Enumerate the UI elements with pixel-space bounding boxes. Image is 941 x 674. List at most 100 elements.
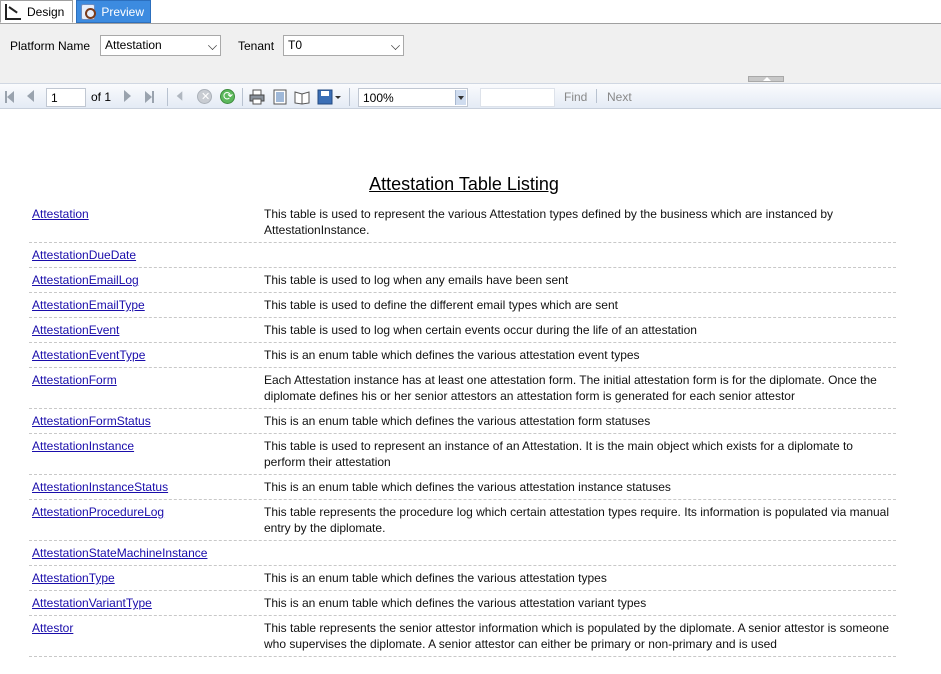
- table-name-link[interactable]: AttestationDueDate: [29, 247, 264, 263]
- table-row: AttestationInstance This table is used to…: [29, 434, 896, 475]
- table-row: AttestationEmailType This table is used t…: [29, 293, 896, 318]
- last-page-arrow-icon: [145, 91, 152, 103]
- back-icon: [176, 91, 183, 101]
- table-row: AttestationStateMachineInstance: [29, 541, 896, 566]
- table-description: This table is used to log when any email…: [264, 273, 569, 287]
- tenant-label: Tenant: [238, 39, 275, 53]
- table-name-link[interactable]: AttestationForm: [29, 372, 264, 404]
- table-name-link[interactable]: Attestation: [29, 206, 264, 238]
- tab-design-label: Design: [27, 4, 65, 19]
- find-button[interactable]: Find: [564, 90, 587, 104]
- first-page-arrow-icon: [7, 91, 14, 103]
- collapse-parameters-button[interactable]: [748, 76, 784, 82]
- print-icon: [249, 89, 265, 105]
- table-description: This table represents the procedure log …: [264, 505, 890, 535]
- first-page-button[interactable]: [5, 90, 19, 104]
- table-name-link[interactable]: AttestationEvent: [29, 322, 264, 338]
- tab-bar: Design Preview: [0, 0, 941, 24]
- tenant-value: T0: [288, 38, 303, 52]
- platform-name-label: Platform Name: [10, 39, 91, 53]
- table-description: This table represents the senior attesto…: [264, 621, 890, 651]
- table-description: This is an enum table which defines the …: [264, 348, 640, 362]
- back-button[interactable]: [176, 90, 190, 104]
- table-name-link[interactable]: AttestationStateMachineInstance: [29, 545, 264, 561]
- table-name-link[interactable]: AttestationVariantType: [29, 595, 264, 611]
- find-input[interactable]: [480, 88, 555, 107]
- table-description: This table is used to define the differe…: [264, 298, 618, 312]
- platform-name-select[interactable]: Attestation: [100, 35, 221, 56]
- table-row: AttestationVariantType This is an enum ta…: [29, 591, 896, 616]
- table-description: This table is used to log when certain e…: [264, 323, 697, 337]
- chevron-down-icon: [208, 41, 217, 50]
- table-row: AttestationEmailLog This table is used to…: [29, 268, 896, 293]
- table-name-link[interactable]: AttestationEmailLog: [29, 272, 264, 288]
- parameters-footer: [0, 76, 941, 83]
- last-page-icon: [152, 91, 154, 103]
- export-button[interactable]: [317, 89, 341, 105]
- last-page-button[interactable]: [145, 90, 159, 104]
- table-name-link[interactable]: AttestationInstance: [29, 438, 264, 470]
- table-name-link[interactable]: AttestationInstanceStatus: [29, 479, 264, 495]
- report-toolbar: 1 of 1 ✕ ⟳ 100% Find Next: [0, 83, 941, 109]
- table-row: AttestationFormStatus This is an enum tab…: [29, 409, 896, 434]
- table-row: AttestationDueDate: [29, 243, 896, 268]
- tenant-select[interactable]: T0: [283, 35, 404, 56]
- table-name-link[interactable]: Attestor: [29, 620, 264, 652]
- page-setup-button[interactable]: [294, 89, 310, 105]
- table-row: AttestationEventType This is an enum tabl…: [29, 343, 896, 368]
- report-viewer: Attestation Table Listing Attestation Thi…: [0, 110, 941, 674]
- table-name-link[interactable]: AttestationType: [29, 570, 264, 586]
- print-layout-button[interactable]: [272, 89, 288, 105]
- chevron-down-icon: [391, 41, 400, 50]
- table-description: This table is used to represent the vari…: [264, 207, 833, 237]
- toolbar-separator: [167, 88, 168, 106]
- table-description: [264, 545, 896, 561]
- next-page-icon: [124, 90, 131, 102]
- zoom-value: 100%: [363, 91, 394, 105]
- current-page-value: 1: [51, 91, 58, 105]
- toolbar-separator: [349, 88, 350, 106]
- find-next-button[interactable]: Next: [607, 90, 632, 104]
- table-name-link[interactable]: AttestationProcedureLog: [29, 504, 264, 536]
- parameters-panel: Platform Name Attestation Tenant T0: [0, 24, 941, 76]
- table-name-link[interactable]: AttestationEmailType: [29, 297, 264, 313]
- table-description: This is an enum table which defines the …: [264, 596, 647, 610]
- table-listing: Attestation This table is used to represe…: [29, 202, 896, 657]
- table-row: AttestationEvent This table is used to lo…: [29, 318, 896, 343]
- table-description: [264, 247, 896, 263]
- tab-preview[interactable]: Preview: [76, 0, 151, 23]
- tab-preview-label: Preview: [101, 4, 144, 19]
- print-button[interactable]: [249, 89, 265, 105]
- report-title: Attestation Table Listing: [369, 174, 559, 194]
- tab-design[interactable]: Design: [0, 0, 73, 23]
- previous-page-button[interactable]: [27, 90, 41, 104]
- zoom-select[interactable]: 100%: [358, 88, 468, 107]
- page-of-label: of: [91, 90, 102, 104]
- table-description: Each Attestation instance has at least o…: [264, 373, 877, 403]
- table-name-link[interactable]: AttestationEventType: [29, 347, 264, 363]
- page-count-text: of 1: [91, 90, 111, 104]
- table-row: AttestationForm Each Attestation instance…: [29, 368, 896, 409]
- find-separator: [596, 89, 597, 103]
- table-row: Attestor This table represents the senio…: [29, 616, 896, 657]
- table-row: AttestationProcedureLog This table repres…: [29, 500, 896, 541]
- save-icon: [317, 89, 341, 105]
- page-total-value: 1: [104, 90, 112, 104]
- table-row: AttestationInstanceStatus This is an enum…: [29, 475, 896, 500]
- refresh-button[interactable]: ⟳: [220, 89, 235, 104]
- refresh-icon: ⟳: [223, 89, 234, 103]
- stop-button[interactable]: ✕: [197, 89, 212, 104]
- print-layout-icon: [273, 89, 287, 105]
- table-description: This is an enum table which defines the …: [264, 571, 607, 585]
- table-row: AttestationType This is an enum table whi…: [29, 566, 896, 591]
- stop-icon: ✕: [201, 91, 211, 103]
- table-row: Attestation This table is used to represe…: [29, 202, 896, 243]
- page-setup-icon: [294, 91, 310, 105]
- platform-name-value: Attestation: [105, 38, 162, 52]
- next-page-button[interactable]: [124, 90, 138, 104]
- table-description: This table is used to represent an insta…: [264, 439, 853, 469]
- current-page-input[interactable]: 1: [46, 88, 86, 107]
- toolbar-separator: [242, 88, 243, 106]
- table-name-link[interactable]: AttestationFormStatus: [29, 413, 264, 429]
- chevron-down-icon: [455, 90, 466, 105]
